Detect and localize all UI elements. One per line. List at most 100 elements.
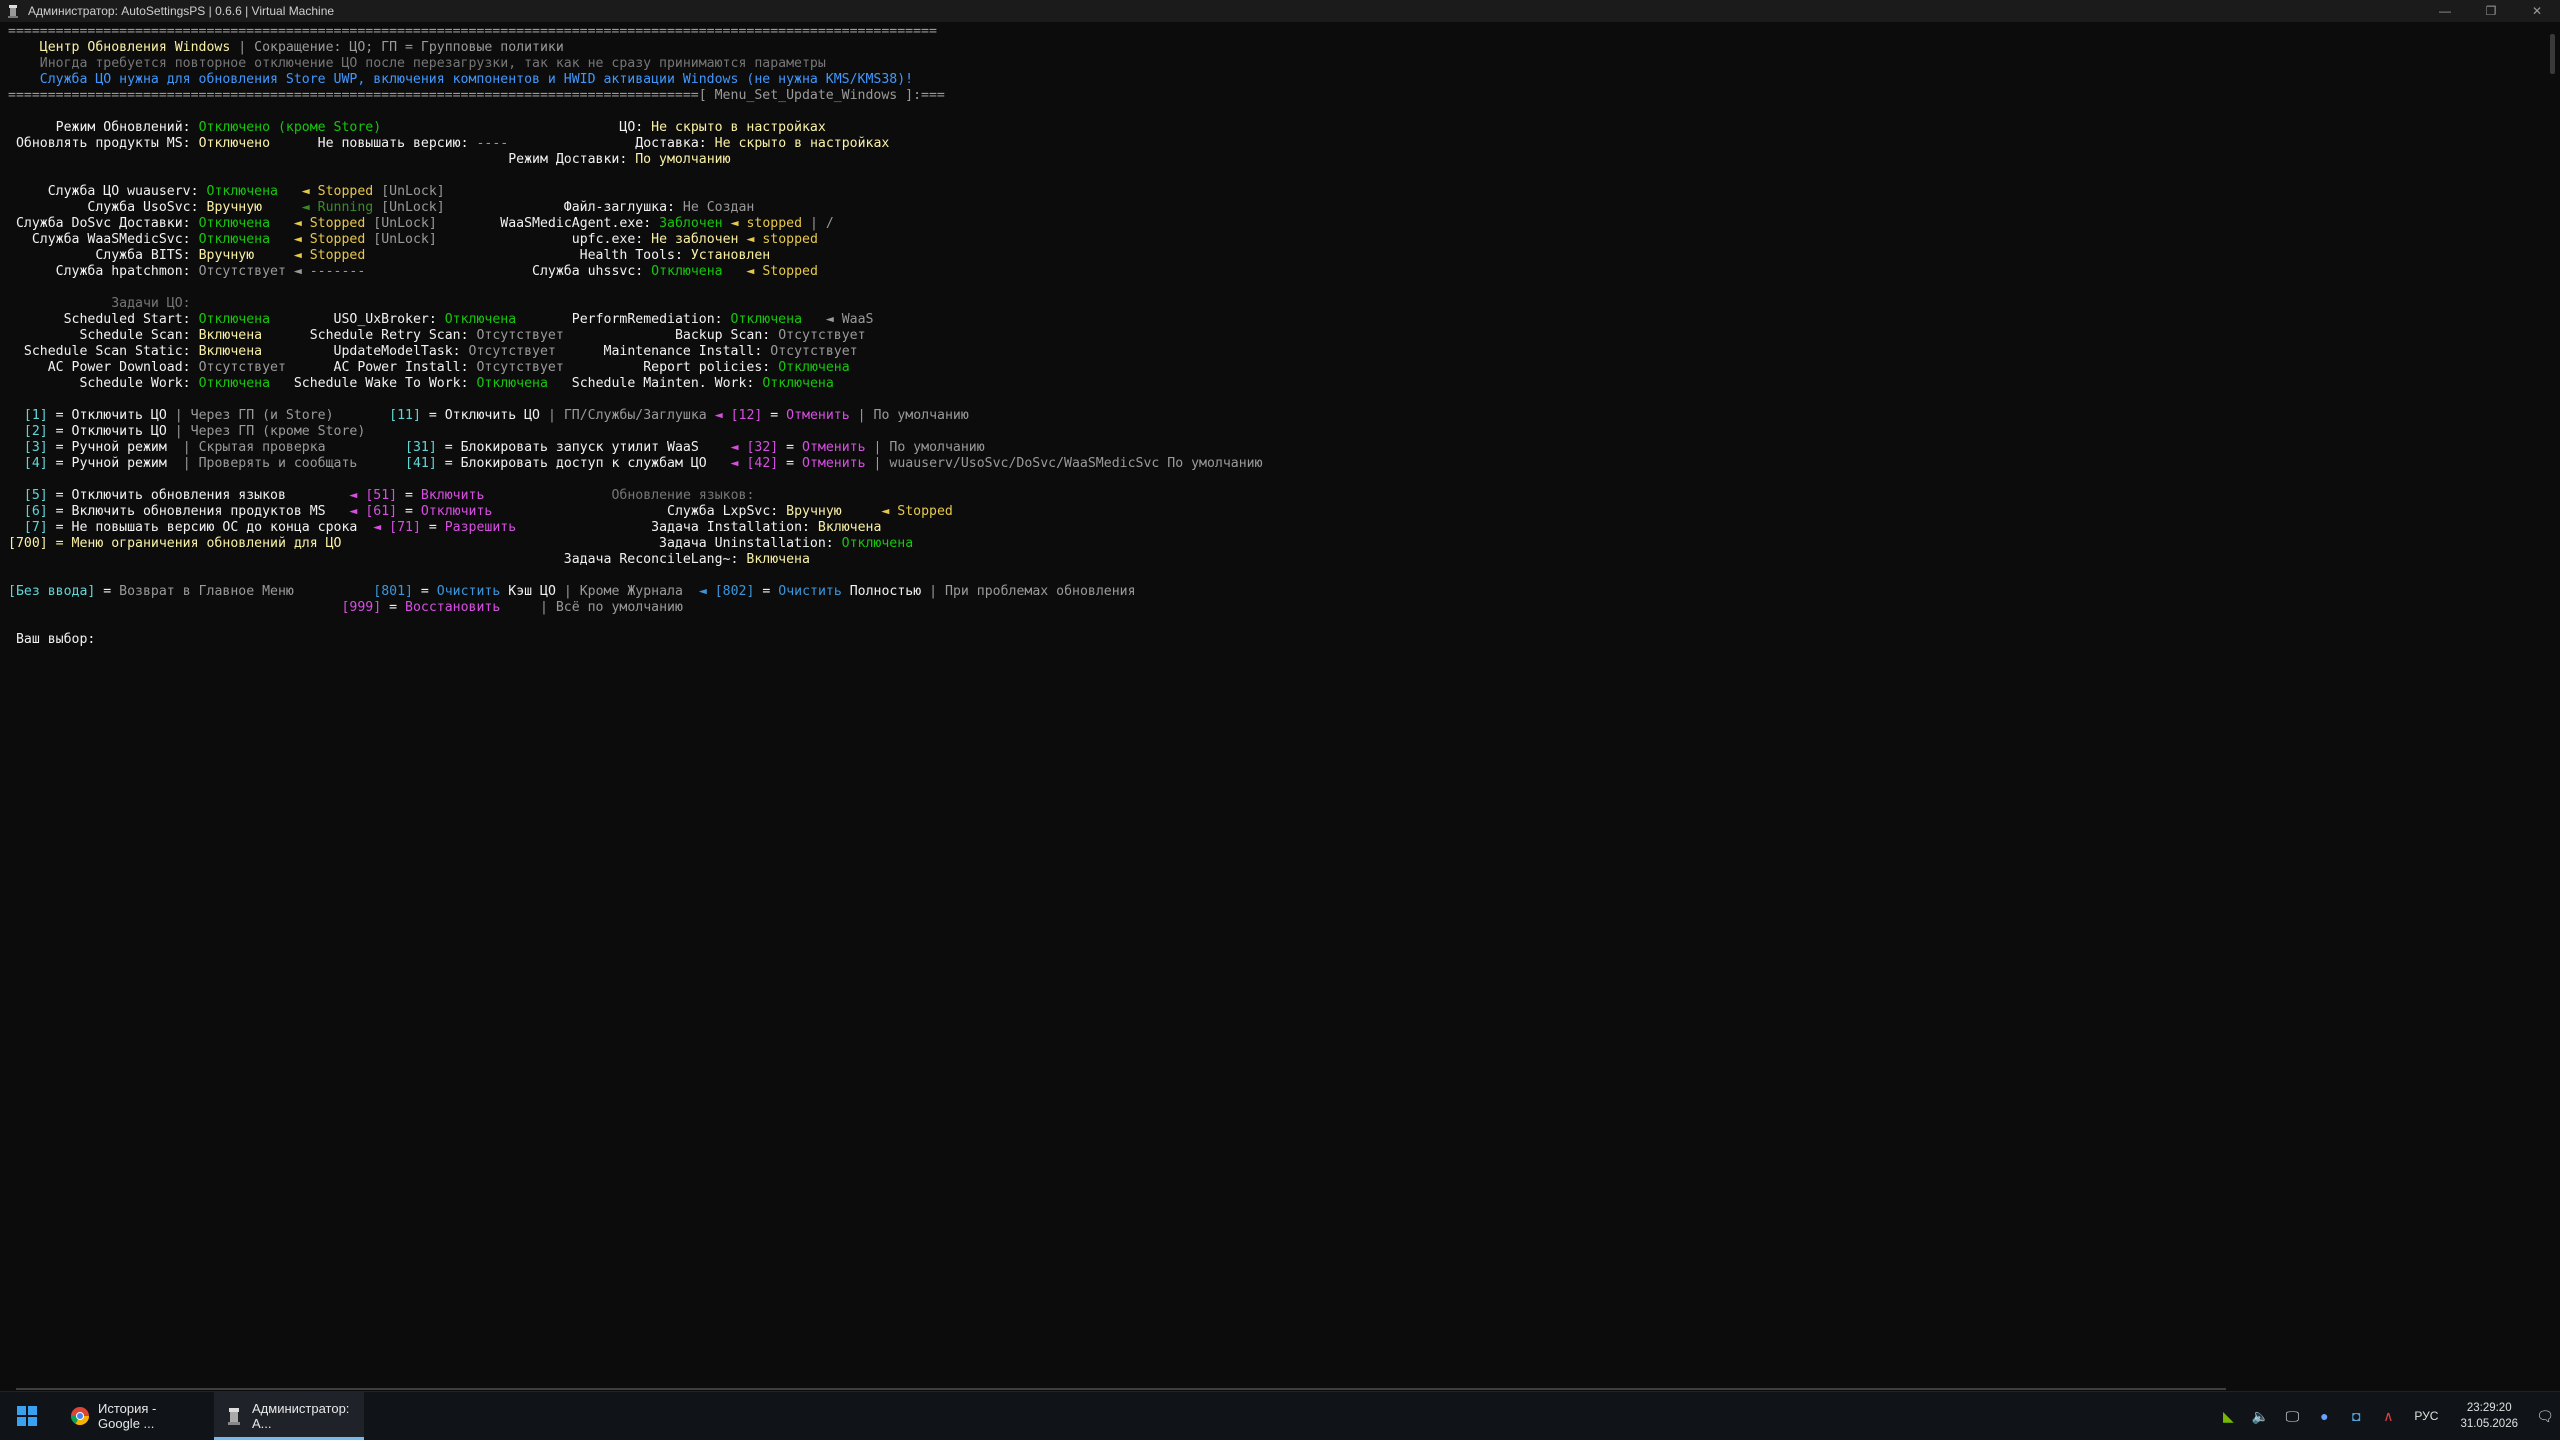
windows-logo-icon <box>17 1406 37 1426</box>
console-text: [2] <box>23 424 48 439</box>
taskbar-task[interactable]: Администратор: A... <box>214 1392 364 1440</box>
console-text: Schedule Work: <box>8 376 199 391</box>
vertical-scrollbar[interactable] <box>2546 22 2560 1387</box>
console-text: | По умолчанию <box>865 440 985 455</box>
terminal-app-icon <box>8 5 18 18</box>
app-tray-icon-2[interactable]: ◘ <box>2340 1392 2372 1440</box>
console-line: Служба UsoSvc: Вручную ◄ Running [UnLock… <box>8 200 2538 216</box>
clock[interactable]: 23:29:20 31.05.2026 <box>2448 1400 2530 1432</box>
volume-icon[interactable]: 🔈 <box>2244 1392 2276 1440</box>
console-line: Ваш выбор: <box>8 632 2538 648</box>
console-text: Отсутствует <box>198 360 286 375</box>
console-text: | Всё по умолчанию <box>539 600 683 615</box>
console-text: ◄ <box>373 520 390 535</box>
console-text: stopped <box>746 216 803 231</box>
minimize-button[interactable]: — <box>2422 0 2468 22</box>
console-text: [51] <box>365 488 398 503</box>
console-line: [3] = Ручной режим | Скрытая проверка [3… <box>8 440 2538 456</box>
console-text: = Отключить обновления языков <box>47 488 350 503</box>
console-text: | ГП/Службы/Заглушка <box>547 408 715 423</box>
taskbar: История - Google ... Администратор: A... … <box>0 1391 2560 1440</box>
minimize-icon: — <box>2439 4 2451 18</box>
nvidia-icon[interactable]: ◣ <box>2212 1392 2244 1440</box>
console-text: Включена <box>817 520 882 535</box>
console-text: Отключена <box>206 184 278 199</box>
console-line: Служба WaaSMedicSvc: Отключена ◄ Stopped… <box>8 232 2538 248</box>
console-text: Отключена <box>651 264 723 279</box>
console-text: Доставка: <box>508 136 715 151</box>
start-button[interactable] <box>0 1392 54 1440</box>
console-text: Stopped <box>309 248 366 263</box>
console-text: Возврат в Главное Меню <box>119 584 294 599</box>
console-text: Служба LxpSvc: <box>492 504 787 519</box>
console-text: | Через ГП (кроме Store) <box>174 424 366 439</box>
console-text: [Без ввода] <box>8 584 96 599</box>
console-text: = <box>754 584 779 599</box>
console-text: Заблочен <box>659 216 723 231</box>
console-text: | Проверять и сообщать <box>182 456 358 471</box>
console-text: [700] <box>8 536 48 551</box>
taskbar-task[interactable]: История - Google ... <box>60 1392 210 1440</box>
console-text: Не Создан <box>682 200 755 215</box>
scrollbar-thumb[interactable] <box>2550 34 2555 74</box>
console-text: ========================================… <box>8 88 945 103</box>
console-text: Scheduled Start: <box>8 312 199 327</box>
console-text: Включена <box>746 552 810 567</box>
app-tray-icon-3[interactable]: ∧ <box>2372 1392 2404 1440</box>
console-text: Не повышать версию: <box>270 136 477 151</box>
language-indicator[interactable]: РУС <box>2404 1409 2448 1423</box>
console-text: [12] <box>730 408 763 423</box>
console-text: ◄ <box>277 184 318 199</box>
console-text: ◄ <box>270 216 310 231</box>
network-icon[interactable]: 🖵 <box>2276 1392 2308 1440</box>
console-text: [802] <box>714 584 755 599</box>
console-text: | Скрытая проверка <box>182 440 326 455</box>
console-text: Отсутствует <box>468 344 556 359</box>
console-text: Schedule Retry Scan: <box>262 328 477 343</box>
console-text: = <box>381 600 405 615</box>
console-text: Очистить <box>778 584 842 599</box>
console-text: Отключено <box>198 136 271 151</box>
horizontal-scrollbar[interactable] <box>16 1388 2226 1390</box>
console-text: Включена <box>198 344 263 359</box>
console-text: Режим Доставки: <box>8 152 636 167</box>
maximize-button[interactable]: ❐ <box>2468 0 2514 22</box>
close-icon: ✕ <box>2531 4 2543 18</box>
console-text: Отключена <box>841 536 914 551</box>
console-output[interactable]: ========================================… <box>8 24 2538 1374</box>
console-text: Schedule Scan: <box>8 328 199 343</box>
notification-icon[interactable]: 🗨 <box>2530 1392 2560 1440</box>
console-text: = Отключить ЦО <box>420 408 548 423</box>
console-text: [4] <box>23 456 48 471</box>
console-text: Вручную <box>206 200 263 215</box>
app-tray-icon-1[interactable]: ● <box>2308 1392 2340 1440</box>
console-text: Служба hpatchmon: <box>8 264 199 279</box>
console-text: Служба ЦО wuauserv: <box>8 184 207 199</box>
console-text: PerformRemediation: <box>516 312 731 327</box>
console-text: ◄ <box>730 440 747 455</box>
console-text: Report policies: <box>563 360 779 375</box>
console-text: Maintenance Install: <box>555 344 771 359</box>
taskbar-task-label: Администратор: A... <box>252 1401 350 1431</box>
console-text: Задача ReconcileLang~: <box>8 552 747 567</box>
console-text: Режим Обновлений: <box>8 120 199 135</box>
console-text: | По умолчанию <box>849 408 969 423</box>
console-text: [UnLock] <box>365 232 437 247</box>
console-text: | Кроме Журнала <box>563 584 699 599</box>
console-text: | При проблемах обновления <box>929 584 1136 599</box>
console-line: [999] = Восстановить | Всё по умолчанию <box>8 600 2538 616</box>
console-text: [6] <box>23 504 48 519</box>
close-button[interactable]: ✕ <box>2514 0 2560 22</box>
console-text: ◄ WaaS <box>802 312 874 327</box>
console-text: Отсутствует <box>198 264 286 279</box>
console-line: ========================================… <box>8 24 2538 40</box>
taskbar-task-label: История - Google ... <box>98 1401 157 1431</box>
